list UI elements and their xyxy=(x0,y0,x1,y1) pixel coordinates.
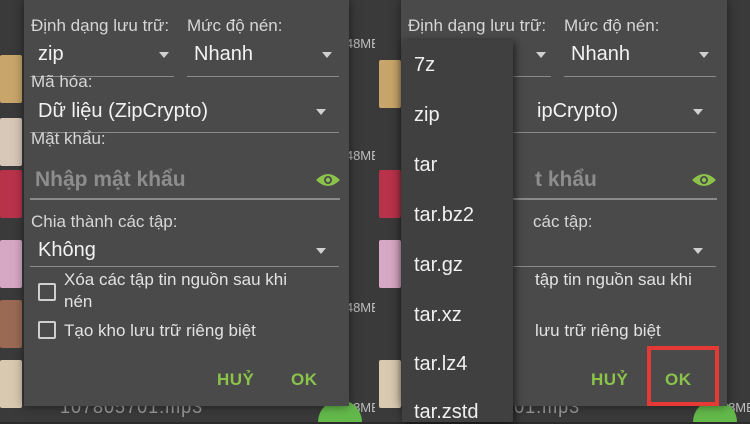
eye-icon[interactable] xyxy=(315,172,341,188)
file-thumbnail xyxy=(379,170,401,218)
password-label: Mật khẩu: xyxy=(31,129,106,148)
dropdown-option-tar-bz2[interactable]: tar.bz2 xyxy=(414,204,474,227)
file-thumbnail xyxy=(0,300,22,348)
ok-button-highlight xyxy=(647,346,719,406)
eye-icon[interactable] xyxy=(691,172,717,188)
dropdown-option-tar[interactable]: tar xyxy=(414,154,437,177)
chevron-down-icon xyxy=(316,248,326,254)
compression-dialog: Định dạng lưu trữ: Mức độ nén: zip Nhanh… xyxy=(24,0,349,406)
dropdown-option-zip[interactable]: zip xyxy=(414,104,440,127)
chevron-down-icon xyxy=(159,52,169,58)
separate-archive-checkbox[interactable] xyxy=(38,321,56,339)
storage-format-label: Định dạng lưu trữ: xyxy=(31,16,170,35)
divider xyxy=(30,266,339,267)
file-thumbnail xyxy=(379,60,401,108)
delete-source-label-cont: nén xyxy=(64,292,93,311)
file-thumbnail xyxy=(379,360,401,408)
cancel-button[interactable]: HUỶ xyxy=(217,370,254,390)
file-thumbnail xyxy=(0,118,22,166)
compression-value: Nhanh xyxy=(194,43,253,65)
compression-level-label: Mức độ nén: xyxy=(564,16,660,35)
chevron-down-icon xyxy=(693,248,703,254)
encryption-value: Dữ liệu (ZipCrypto) xyxy=(38,100,209,122)
dropdown-option-tar-lz4[interactable]: tar.lz4 xyxy=(414,353,467,376)
ok-button[interactable]: OK xyxy=(291,370,318,390)
divider xyxy=(30,198,340,200)
file-thumbnail xyxy=(0,170,22,218)
password-input[interactable]: Nhập mật khẩu xyxy=(35,168,186,192)
compression-value: Nhanh xyxy=(571,43,630,65)
format-dropdown-menu: 7z zip tar tar.bz2 tar.gz tar.xz tar.lz4… xyxy=(402,40,513,424)
chevron-down-icon xyxy=(693,109,703,115)
file-thumbnail xyxy=(0,55,22,103)
password-input-partial[interactable]: t khẩu xyxy=(535,168,597,192)
split-volumes-label-partial: các tập: xyxy=(533,212,593,231)
left-screenshot: 4.48MB 4.48MB 4.48MB 4.48MB 107805701.mp… xyxy=(0,0,375,422)
encryption-label: Mã hóa: xyxy=(31,72,93,91)
separate-archive-label-partial: lưu trữ riêng biệt xyxy=(535,321,661,340)
chevron-down-icon xyxy=(699,52,709,58)
cancel-button[interactable]: HUỶ xyxy=(591,370,628,390)
storage-format-label: Định dạng lưu trữ: xyxy=(408,16,547,35)
split-volumes-label: Chia thành các tập: xyxy=(31,212,178,231)
dropdown-option-tar-zstd[interactable]: tar.zstd xyxy=(414,401,478,424)
dropdown-option-tar-xz[interactable]: tar.xz xyxy=(414,304,462,327)
file-thumbnail xyxy=(0,360,22,408)
compression-level-label: Mức độ nén: xyxy=(187,16,283,35)
split-value: Không xyxy=(38,239,96,261)
divider xyxy=(187,76,339,77)
dropdown-option-tar-gz[interactable]: tar.gz xyxy=(414,254,463,277)
delete-source-checkbox[interactable] xyxy=(38,283,56,301)
dropdown-option-7z[interactable]: 7z xyxy=(414,54,435,77)
chevron-down-icon xyxy=(316,109,326,115)
encryption-value-partial: ipCrypto) xyxy=(537,100,619,122)
chevron-down-icon xyxy=(322,52,332,58)
format-value: zip xyxy=(38,43,64,65)
chevron-down-icon xyxy=(536,52,546,58)
delete-source-label: Xóa các tập tin nguồn sau khi xyxy=(64,270,288,289)
divider xyxy=(564,76,716,77)
separate-archive-label: Tạo kho lưu trữ riêng biệt xyxy=(64,321,256,340)
file-thumbnail xyxy=(379,240,401,288)
delete-source-label-partial: tập tin nguồn sau khi xyxy=(535,270,692,289)
file-thumbnail xyxy=(0,240,22,288)
